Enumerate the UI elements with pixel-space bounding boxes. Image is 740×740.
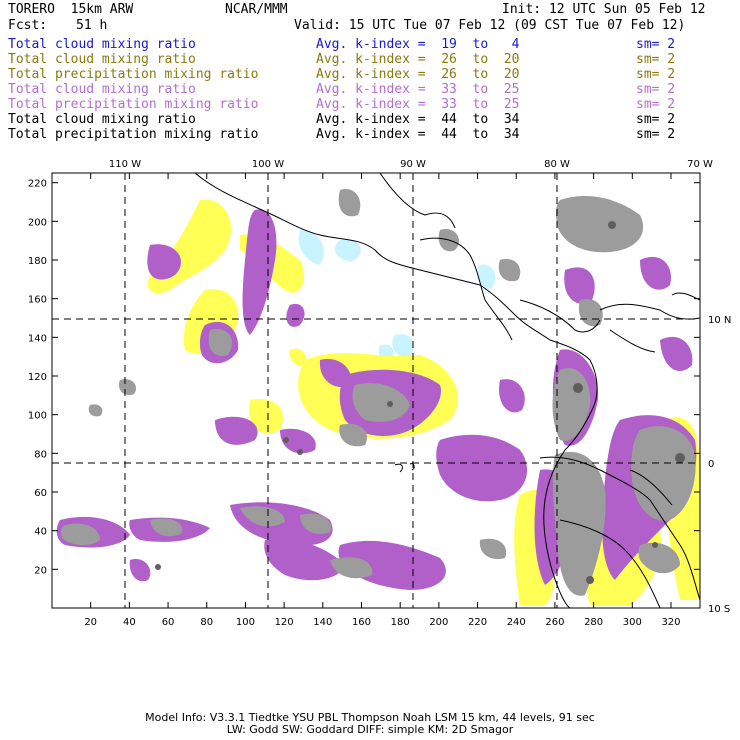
forecast-map: 20 40 60 80 100 120 140 160 180 200 220 240 260 280 30…: [28, 159, 731, 628]
y-tick-label: 200: [28, 217, 47, 228]
y-tick-label: 20: [34, 565, 47, 576]
x-tick-label: 280: [584, 617, 603, 628]
x-tick-label: 300: [623, 617, 642, 628]
y-tick-label: 160: [28, 295, 47, 306]
x-tick-label: 220: [468, 617, 487, 628]
longitude-label: 70 W: [687, 159, 713, 170]
y-tick-label: 40: [34, 527, 47, 538]
x-tick-label: 20: [84, 617, 97, 628]
longitude-label: 110 W: [109, 159, 141, 170]
latitude-label: 10 S: [708, 604, 730, 615]
x-tick-label: 240: [507, 617, 526, 628]
y-tick-label: 180: [28, 256, 47, 267]
x-tick-label: 320: [661, 617, 680, 628]
x-tick-label: 80: [200, 617, 213, 628]
longitude-label: 80 W: [544, 159, 570, 170]
y-tick-label: 100: [28, 411, 47, 422]
longitude-label: 100 W: [252, 159, 284, 170]
x-tick-label: 160: [352, 617, 371, 628]
footer-physics: LW: Godd SW: Goddard DIFF: simple KM: 2D…: [226, 723, 514, 736]
y-tick-label: 220: [28, 179, 47, 190]
x-tick-label: 200: [429, 617, 448, 628]
latitude-labels: 10 N 0 10 S: [708, 315, 731, 615]
longitude-labels: 110 W 100 W 90 W 80 W 70 W: [109, 159, 713, 170]
y-tick-label: 140: [28, 333, 47, 344]
x-tick-label: 100: [236, 617, 255, 628]
latitude-label: 10 N: [708, 315, 731, 326]
longitude-label: 90 W: [400, 159, 426, 170]
x-tick-label: 40: [123, 617, 136, 628]
x-tick-label: 120: [275, 617, 294, 628]
y-tick-label: 60: [34, 488, 47, 499]
x-tick-label: 60: [162, 617, 175, 628]
x-tick-label: 180: [391, 617, 410, 628]
y-tick-label: 120: [28, 372, 47, 383]
y-tick-label: 80: [34, 449, 47, 460]
latitude-label: 0: [708, 459, 714, 470]
x-tick-label: 260: [545, 617, 564, 628]
x-tick-label: 140: [313, 617, 332, 628]
